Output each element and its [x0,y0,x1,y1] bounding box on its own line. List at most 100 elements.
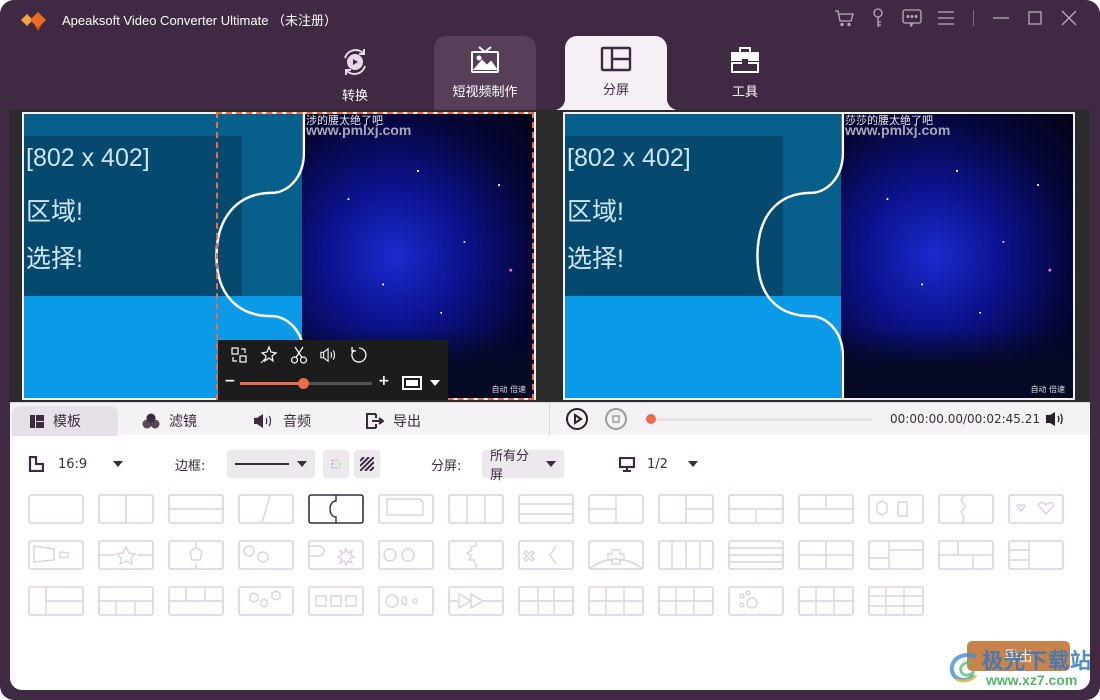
aspect-icon[interactable] [402,376,422,390]
template-item[interactable] [728,494,784,524]
template-layout-icon [518,586,574,616]
template-item[interactable] [448,494,504,524]
close-button[interactable] [1052,7,1086,29]
template-item[interactable] [98,586,154,616]
template-item[interactable] [658,494,714,524]
tab-export[interactable]: 导出 [348,406,433,436]
template-item[interactable] [798,586,854,616]
tab-convert[interactable]: 转换 [304,36,406,110]
template-item[interactable] [238,494,294,524]
zoom-slider-handle[interactable] [298,378,310,389]
template-item[interactable] [868,586,924,616]
template-item[interactable] [168,540,224,570]
split-dropdown[interactable]: 所有分屏 [482,446,564,483]
template-item[interactable] [168,586,224,616]
template-layout-icon [588,540,644,570]
template-item[interactable] [238,540,294,570]
maximize-button[interactable] [1018,7,1052,29]
tab-mv[interactable]: 短视频制作 [434,36,536,110]
template-item[interactable] [658,586,714,616]
border-pattern-button[interactable] [354,446,380,482]
border-label: 边框: [175,446,205,482]
template-item[interactable] [518,540,574,570]
template-item[interactable] [868,494,924,524]
template-item[interactable] [798,540,854,570]
scissors-icon[interactable] [290,346,308,364]
split-label-text: 分屏: [431,458,462,474]
cart-icon[interactable] [827,7,861,29]
tab-template[interactable]: 模板 [12,406,118,436]
template-item[interactable] [448,586,504,616]
tab-filter[interactable]: 滤镜 [124,406,209,436]
template-item[interactable] [308,540,364,570]
template-item[interactable] [518,494,574,524]
template-item[interactable] [1008,540,1064,570]
template-item[interactable] [518,586,574,616]
collage-icon [600,46,632,72]
key-icon[interactable] [861,7,895,29]
volume-icon[interactable] [320,346,338,364]
template-item-selected[interactable] [308,494,364,524]
template-item[interactable] [168,494,224,524]
template-item[interactable] [28,586,84,616]
clip-controls: − + [218,340,448,400]
menu-icon[interactable] [929,7,963,29]
template-item[interactable] [938,540,994,570]
timecode: 00:00:00.00/00:02:45.21 [890,412,1040,426]
ratio-selector[interactable]: 16:9 [28,446,124,482]
template-item[interactable] [378,494,434,524]
aspect-dropdown-caret[interactable] [430,380,440,386]
play-button[interactable] [566,408,588,430]
template-item[interactable] [378,586,434,616]
export-button[interactable]: 导出 [967,641,1070,671]
preview-area: [802 x 402] 区域! 选择! 涉的腰太绝了吧 www.pmlxj.co… [10,110,1090,402]
watermark-url: www.xz7.com [986,672,1078,688]
template-item[interactable] [378,540,434,570]
template-item[interactable] [28,540,84,570]
border-color-button[interactable] [323,446,349,482]
tab-collage[interactable]: 分屏 [553,36,679,110]
seek-handle[interactable] [646,414,656,424]
swap-icon[interactable] [230,346,248,364]
screen-selector[interactable]: 1/2 [619,446,698,482]
volume-icon [1046,412,1063,426]
volume-button[interactable] [1046,411,1064,431]
template-layout-icon [28,494,84,524]
minimize-button[interactable] [984,7,1018,29]
template-layout-icon [658,494,714,524]
tab-audio[interactable]: 音频 [236,406,323,436]
split-caret-icon [546,461,556,467]
zoom-slider[interactable] [240,378,372,389]
template-item[interactable] [728,586,784,616]
template-item[interactable] [588,540,644,570]
template-layout-icon [798,586,854,616]
zoom-slider-fill [240,382,304,385]
stop-button[interactable] [605,408,627,430]
template-item[interactable] [28,494,84,524]
template-item[interactable] [98,540,154,570]
template-item[interactable] [588,586,644,616]
zoom-out-button[interactable]: − [224,373,236,389]
zoom-in-button[interactable]: + [378,373,390,389]
seek-bar[interactable] [646,414,872,424]
template-item[interactable] [798,494,854,524]
template-item[interactable] [308,586,364,616]
template-item[interactable] [1008,494,1064,524]
template-layout-icon [308,586,364,616]
tab-toolbox[interactable]: 工具 [694,36,796,110]
template-item[interactable] [448,540,504,570]
template-item[interactable] [658,540,714,570]
template-item[interactable] [868,540,924,570]
play-icon [574,413,583,425]
template-item[interactable] [588,494,644,524]
template-layout-icon [168,540,224,570]
template-layout-icon [238,540,294,570]
template-item[interactable] [238,586,294,616]
magic-wand-icon[interactable] [260,346,278,364]
feedback-icon[interactable] [895,7,929,29]
template-item[interactable] [728,540,784,570]
template-item[interactable] [98,494,154,524]
border-style-dropdown[interactable] [227,446,315,482]
template-item[interactable] [938,494,994,524]
rotate-icon[interactable] [350,346,368,364]
